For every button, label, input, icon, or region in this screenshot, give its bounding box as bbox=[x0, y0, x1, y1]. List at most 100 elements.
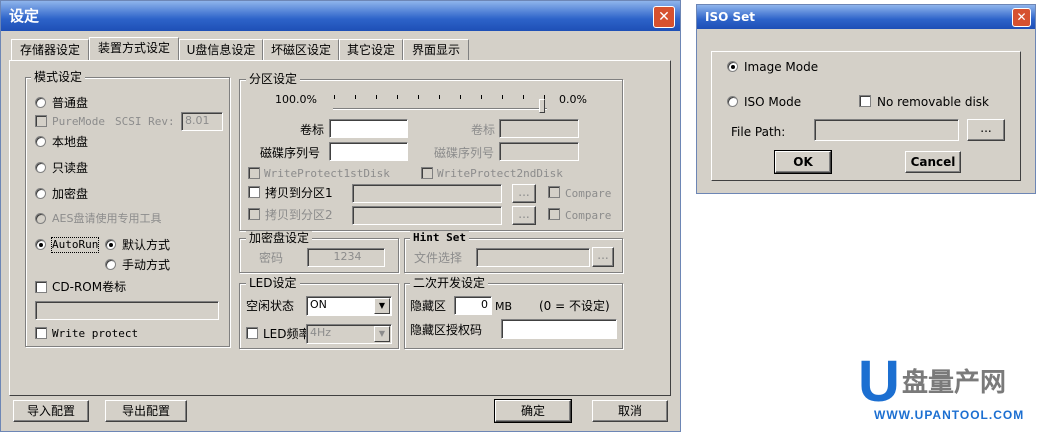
export-config-button[interactable]: 导出配置 bbox=[105, 400, 187, 422]
led-freq-checkbox[interactable] bbox=[246, 327, 258, 339]
led-freq-label: LED频率 bbox=[263, 327, 311, 341]
volume-label-field[interactable] bbox=[329, 119, 408, 138]
mode-group-title: 模式设定 bbox=[31, 70, 86, 84]
file-path-label: File Path: bbox=[731, 125, 786, 139]
dialog-titlebar: 设定 bbox=[1, 1, 680, 31]
wp2-checkbox[interactable] bbox=[421, 167, 433, 179]
iso-cancel-button[interactable]: Cancel bbox=[905, 151, 961, 173]
copy2-path-field[interactable] bbox=[352, 206, 502, 225]
write-protect-checkbox[interactable] bbox=[35, 327, 47, 339]
puremode-label: PureMode bbox=[52, 115, 105, 128]
cdrom-label-text: CD-ROM卷标 bbox=[52, 280, 127, 294]
site-logo: U 盘量产网 WWW.UPANTOOL.COM bbox=[858, 350, 1028, 428]
partition-slider[interactable] bbox=[331, 93, 551, 115]
close-button[interactable]: ✕ bbox=[653, 6, 675, 28]
copy2-checkbox[interactable] bbox=[248, 208, 260, 220]
compare1-label: Compare bbox=[565, 187, 612, 200]
hint-file-field[interactable] bbox=[476, 248, 590, 267]
password-field[interactable]: 1234 bbox=[307, 248, 385, 267]
hint-file-label: 文件选择 bbox=[414, 251, 463, 265]
hidden-auth-label: 隐藏区授权码 bbox=[410, 323, 483, 337]
image-mode-label: Image Mode bbox=[744, 60, 819, 74]
serial2-text: 磁碟序列号 bbox=[434, 146, 495, 160]
manual-mode-radio[interactable] bbox=[105, 259, 116, 270]
normal-disk-label: 普通盘 bbox=[52, 96, 89, 110]
partition-right-percent: 0.0% bbox=[559, 93, 587, 106]
autorun-radio[interactable] bbox=[35, 239, 46, 250]
aes-disk-radio[interactable] bbox=[35, 213, 46, 224]
dev-group-title: 二次开发设定 bbox=[410, 276, 489, 290]
close-icon: ✕ bbox=[1016, 10, 1027, 24]
iso-mode-radio[interactable] bbox=[727, 96, 738, 107]
file-path-browse-button[interactable]: ... bbox=[967, 119, 1005, 141]
readonly-disk-radio[interactable] bbox=[35, 162, 46, 173]
iso-ok-button[interactable]: OK bbox=[774, 150, 832, 174]
scsi-rev-field[interactable]: 8.01 bbox=[181, 112, 223, 131]
no-removable-checkbox[interactable] bbox=[859, 95, 871, 107]
serial2-field[interactable] bbox=[499, 142, 579, 161]
copy1-label: 拷贝到分区1 bbox=[265, 186, 333, 200]
file-path-field[interactable] bbox=[814, 119, 959, 141]
copy1-browse-button[interactable]: ... bbox=[512, 184, 536, 203]
compare2-checkbox[interactable] bbox=[548, 208, 560, 220]
encrypt-group-title: 加密盘设定 bbox=[246, 231, 313, 245]
encrypted-disk-radio[interactable] bbox=[35, 188, 46, 199]
tab-storage[interactable]: 存储器设定 bbox=[11, 39, 89, 61]
local-disk-radio[interactable] bbox=[35, 136, 46, 147]
volume-label-text: 卷标 bbox=[300, 123, 325, 137]
wp1-checkbox[interactable] bbox=[248, 167, 260, 179]
tab-bad-sector[interactable]: 坏磁区设定 bbox=[263, 39, 339, 61]
readonly-disk-label: 只读盘 bbox=[52, 161, 89, 175]
slider-ticks bbox=[334, 95, 548, 100]
tab-device-mode[interactable]: 装置方式设定 bbox=[89, 37, 179, 61]
write-protect-label: Write protect bbox=[52, 327, 139, 340]
tab-display[interactable]: 界面显示 bbox=[403, 39, 469, 61]
image-mode-radio[interactable] bbox=[727, 61, 738, 72]
close-icon: ✕ bbox=[658, 9, 670, 25]
partition-left-percent: 100.0% bbox=[275, 93, 317, 106]
dev-group bbox=[404, 283, 623, 349]
default-mode-radio[interactable] bbox=[105, 239, 116, 250]
led-freq-dropdown-icon[interactable]: ▼ bbox=[374, 326, 390, 342]
password-label: 密码 bbox=[259, 251, 284, 265]
iso-title: ISO Set bbox=[705, 10, 756, 24]
hidden-auth-field[interactable] bbox=[501, 319, 617, 339]
aes-note-label: AES盘请使用专用工具 bbox=[52, 212, 162, 225]
hint-group-title: Hint Set bbox=[410, 231, 469, 245]
slider-thumb[interactable] bbox=[539, 99, 545, 113]
led-idle-value: ON bbox=[310, 298, 327, 311]
volume-label2-text: 卷标 bbox=[471, 123, 496, 137]
copy2-browse-button[interactable]: ... bbox=[512, 206, 536, 225]
ok-button[interactable]: 确定 bbox=[494, 399, 572, 423]
logo-url: WWW.UPANTOOL.COM bbox=[874, 408, 1025, 422]
iso-mode-label: ISO Mode bbox=[744, 95, 802, 109]
hint-browse-button[interactable]: ... bbox=[592, 247, 614, 267]
serial-field[interactable] bbox=[329, 142, 408, 161]
import-config-button[interactable]: 导入配置 bbox=[13, 400, 89, 422]
normal-disk-radio[interactable] bbox=[35, 97, 46, 108]
iso-set-dialog: ISO Set ✕ Image Mode ISO Mode No removab… bbox=[696, 4, 1036, 194]
partition-group-title: 分区设定 bbox=[246, 72, 301, 86]
compare1-checkbox[interactable] bbox=[548, 186, 560, 198]
copy1-checkbox[interactable] bbox=[248, 186, 260, 198]
no-removable-label: No removable disk bbox=[877, 95, 989, 109]
slider-track bbox=[333, 108, 547, 110]
copy1-path-field[interactable] bbox=[352, 184, 502, 203]
cancel-button[interactable]: 取消 bbox=[592, 400, 668, 422]
wp1-label: WriteProtect1stDisk bbox=[264, 167, 390, 180]
logo-letter-u: U bbox=[858, 349, 900, 414]
cdrom-label-checkbox[interactable] bbox=[35, 281, 47, 293]
puremode-checkbox[interactable] bbox=[35, 115, 47, 127]
compare2-label: Compare bbox=[565, 209, 612, 222]
hidden-area-field[interactable]: 0 bbox=[454, 296, 492, 315]
default-mode-label: 默认方式 bbox=[122, 238, 171, 252]
tab-udisk-info[interactable]: U盘信息设定 bbox=[179, 39, 263, 61]
volume-label2-field[interactable] bbox=[499, 119, 579, 138]
led-idle-dropdown-icon[interactable]: ▼ bbox=[374, 298, 390, 314]
led-freq-value: 4Hz bbox=[310, 326, 332, 339]
autorun-label: AutoRun bbox=[50, 237, 100, 253]
cdrom-label-field[interactable] bbox=[35, 301, 219, 320]
tab-other[interactable]: 其它设定 bbox=[339, 39, 403, 61]
iso-close-button[interactable]: ✕ bbox=[1012, 8, 1031, 27]
serial-text: 磁碟序列号 bbox=[260, 146, 321, 160]
